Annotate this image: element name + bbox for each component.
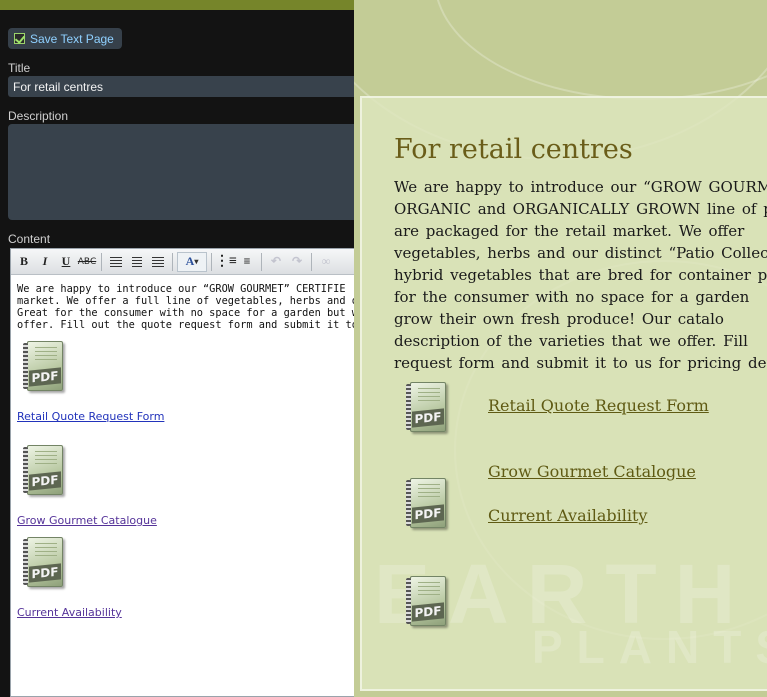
toolbar-divider — [211, 252, 212, 271]
body-line: request form and submit it to us for pri… — [394, 354, 767, 372]
body-line: hybrid vegetables that are bred for cont… — [394, 266, 767, 284]
pdf-icon[interactable]: PDF — [406, 382, 446, 432]
editor-top-accent-bar — [0, 0, 354, 10]
content-line: We are happy to introduce our “GROW GOUR… — [17, 283, 346, 295]
content-rich-text-editor: B I U ABC A ▾ ⋮≡ ≡ ↶ ↷ ∞ We are happy to… — [10, 248, 354, 697]
content-label: Content — [8, 232, 51, 246]
body-line: vegetables, herbs and our distinct “Pati… — [394, 244, 767, 262]
editor-content-text[interactable]: We are happy to introduce our “GROW GOUR… — [11, 275, 354, 331]
body-line: We are happy to introduce our “GROW GOUR… — [394, 178, 767, 196]
strikethrough-icon[interactable]: ABC — [77, 252, 97, 272]
rte-file-availability: PDF Current Availability — [17, 537, 122, 620]
bullet-list-icon[interactable]: ⋮≡ — [215, 252, 237, 272]
body-line: grow their own fresh produce! Our catalo — [394, 310, 724, 328]
underline-icon[interactable]: U — [56, 252, 76, 272]
content-line: market. We offer a full line of vegetabl… — [17, 295, 354, 307]
pdf-icon: PDF — [23, 445, 63, 495]
toolbar-divider — [172, 252, 173, 271]
page-title: For retail centres — [394, 134, 633, 165]
content-line: Great for the consumer with no space for… — [17, 307, 354, 319]
checkmark-icon — [14, 33, 25, 44]
redo-icon[interactable]: ↷ — [287, 252, 307, 272]
retail-quote-link[interactable]: Retail Quote Request Form — [488, 396, 709, 415]
save-button-label: Save Text Page — [30, 31, 114, 46]
align-center-icon[interactable] — [127, 252, 147, 272]
undo-icon[interactable]: ↶ — [266, 252, 286, 272]
body-line: ORGANIC and ORGANICALLY GROWN line of pl… — [394, 200, 767, 218]
content-card: EARTH PLANTS For retail centres We are h… — [360, 96, 767, 691]
rte-file-catalogue: PDF Grow Gourmet Catalogue — [17, 445, 157, 528]
rte-file-quote: PDF Retail Quote Request Form — [17, 341, 164, 424]
body-line: for the consumer with no space for a gar… — [394, 288, 750, 306]
title-input[interactable] — [8, 76, 354, 97]
current-availability-link[interactable]: Current Availability — [17, 606, 122, 619]
pdf-icon[interactable]: PDF — [406, 478, 446, 528]
toolbar-divider — [311, 252, 312, 271]
content-line: offer. Fill out the quote request form a… — [17, 319, 354, 331]
pdf-icon: PDF — [23, 537, 63, 587]
numbered-list-icon[interactable]: ≡ — [237, 252, 257, 272]
italic-icon[interactable]: I — [35, 252, 55, 272]
toolbar-divider — [261, 252, 262, 271]
current-availability-link[interactable]: Current Availability — [488, 506, 647, 525]
bold-icon[interactable]: B — [14, 252, 34, 272]
grow-gourmet-catalogue-link[interactable]: Grow Gourmet Catalogue — [488, 462, 696, 481]
pdf-icon[interactable]: PDF — [406, 576, 446, 626]
editor-toolbar: B I U ABC A ▾ ⋮≡ ≡ ↶ ↷ ∞ — [11, 249, 354, 275]
body-line: are packaged for the retail market. We o… — [394, 222, 745, 240]
description-label: Description — [8, 109, 69, 123]
retail-quote-link[interactable]: Retail Quote Request Form — [17, 410, 164, 423]
pdf-icon: PDF — [23, 341, 63, 391]
page-body-text: We are happy to introduce our “GROW GOUR… — [394, 176, 767, 374]
toolbar-divider — [101, 252, 102, 271]
text-color-dropdown[interactable]: A ▾ — [177, 251, 207, 272]
align-left-icon[interactable] — [106, 252, 126, 272]
save-text-page-button[interactable]: Save Text Page — [8, 28, 122, 49]
align-right-icon[interactable] — [148, 252, 168, 272]
page-preview-panel: EARTH PLANTS For retail centres We are h… — [354, 0, 767, 697]
editor-panel: Save Text Page Title Description Content… — [0, 0, 354, 697]
link-icon[interactable]: ∞ — [316, 252, 336, 272]
description-textarea[interactable] — [8, 124, 354, 220]
watermark-logo: PLANTS — [532, 621, 767, 673]
title-label: Title — [8, 61, 31, 75]
grow-gourmet-catalogue-link[interactable]: Grow Gourmet Catalogue — [17, 514, 157, 527]
body-line: description of the varieties that we off… — [394, 332, 748, 350]
